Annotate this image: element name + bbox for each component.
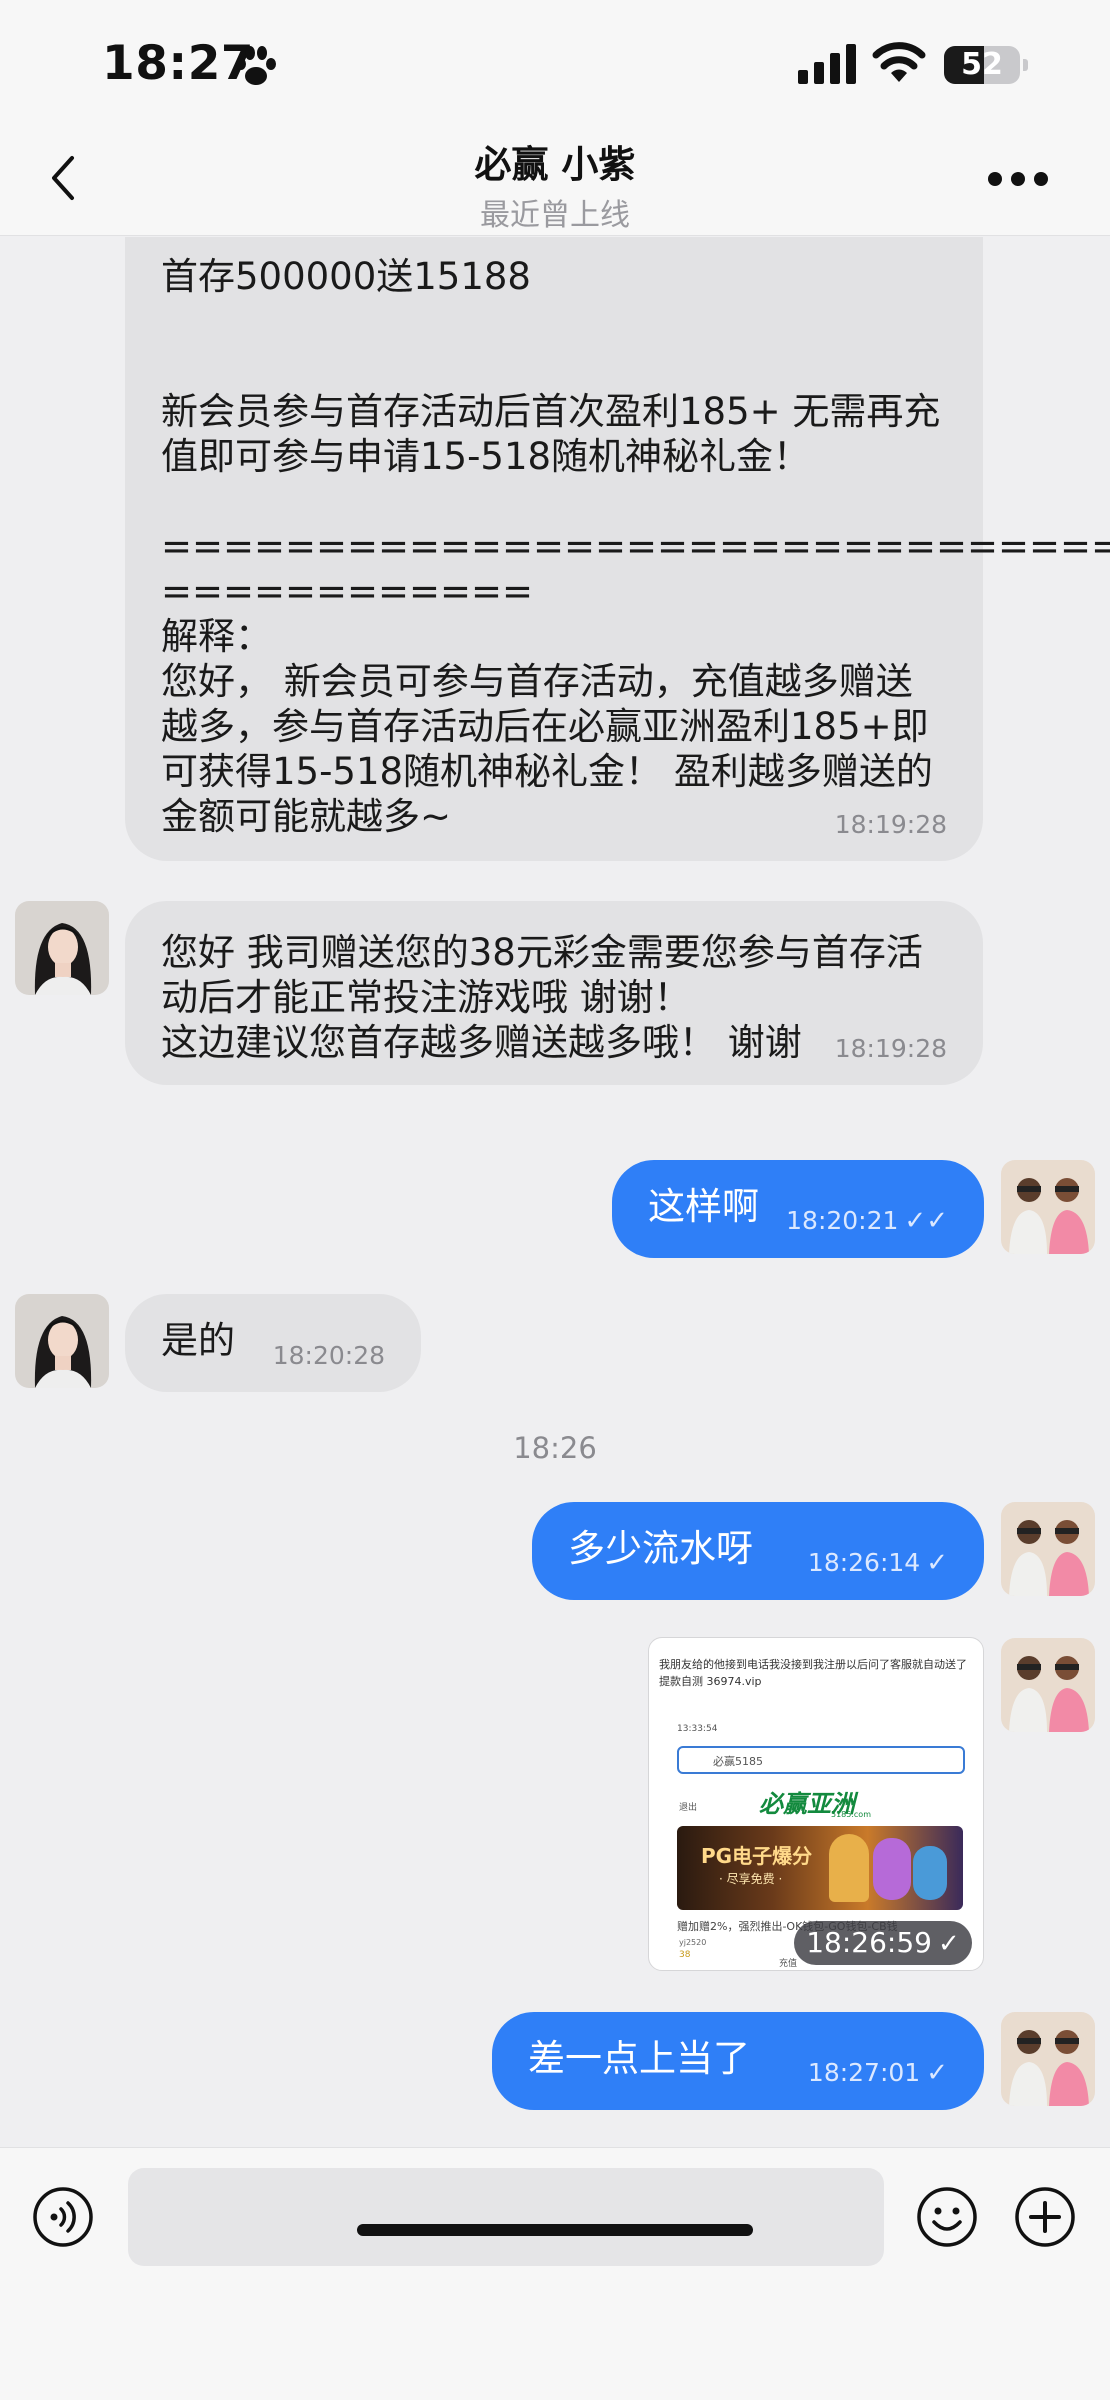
screenshot-charge: 充值 — [779, 1959, 798, 1969]
sent-check-icon: ✓ — [926, 2058, 948, 2088]
message-input[interactable] — [128, 2168, 884, 2266]
avatar-me[interactable] — [1001, 1502, 1095, 1596]
message-time-text: 18:26:59 — [806, 1926, 932, 1959]
battery-level: 52 — [961, 47, 1003, 82]
message-text: 您好 我司赠送您的38元彩金需要您参与首存活动后才能正常投注游戏哦 谢谢！ 这边… — [161, 931, 923, 1064]
online-status: 最近曾上线 — [480, 198, 630, 233]
battery-indicator: 52 — [944, 46, 1028, 84]
image-timestamp-badge: 18:26:59 ✓ — [794, 1921, 972, 1965]
screenshot-banner-title: PG电子爆分 — [701, 1844, 813, 1868]
avatar-agent[interactable] — [15, 1294, 109, 1388]
message-bubble-outgoing[interactable]: 多少流水呀 18:26:14 ✓ — [532, 1502, 984, 1600]
emoji-icon[interactable] — [916, 2186, 978, 2248]
read-receipt-icon: ✓✓ — [904, 1206, 948, 1236]
screenshot-banner-sub: · 尽享免费 · — [719, 1872, 783, 1886]
message-time-text: 18:20:21 — [786, 1206, 899, 1235]
message-time: 18:19:28 — [834, 1034, 947, 1063]
message-list[interactable]: 首存500000送15188 新会员参与首存活动后首次盈利185+ 无需再充值即… — [0, 237, 1110, 2147]
message-bubble-incoming[interactable]: 首存500000送15188 新会员参与首存活动后首次盈利185+ 无需再充值即… — [125, 237, 1110, 861]
avatar-me[interactable] — [1001, 1160, 1095, 1254]
screenshot-user: yj2520 — [679, 1938, 707, 1947]
message-time-text: 18:27:01 — [807, 2058, 921, 2087]
chat-header: 必赢 小紫 最近曾上线 — [0, 120, 1110, 236]
home-indicator[interactable] — [357, 2224, 753, 2236]
voice-input-icon[interactable] — [32, 2186, 94, 2248]
screenshot-search-box: 必赢5185 — [677, 1746, 965, 1774]
add-attachment-icon[interactable] — [1014, 2186, 1076, 2248]
message-time: 18:27:01 ✓ — [808, 2050, 948, 2096]
message-bubble-incoming[interactable]: 是的 18:20:28 — [125, 1294, 421, 1392]
message-time: 18:19:28 — [834, 810, 947, 839]
wifi-icon — [872, 42, 926, 82]
message-bubble-incoming[interactable]: 您好 我司赠送您的38元彩金需要您参与首存活动后才能正常投注游戏哦 谢谢！ 这边… — [125, 901, 983, 1085]
avatar-me[interactable] — [1001, 1638, 1095, 1732]
message-time: 18:20:28 — [272, 1341, 385, 1370]
cellular-signal-icon — [798, 44, 856, 84]
message-time-text: 18:26:14 — [807, 1548, 921, 1577]
message-time: 18:20:21 ✓✓ — [786, 1198, 948, 1244]
message-time: 18:26:14 ✓ — [808, 1540, 948, 1586]
message-bubble-outgoing[interactable]: 差一点上当了 18:27:01 ✓ — [492, 2012, 984, 2110]
screenshot-exit: 退出 — [679, 1803, 698, 1813]
screenshot-caption: 我朋友给的他接到电话我没接到我注册以后问了客服就自动送了 提款自测 36974.… — [659, 1658, 967, 1688]
sent-check-icon: ✓ — [937, 1929, 960, 1959]
screenshot-balance: 38 — [679, 1950, 691, 1960]
paw-icon — [236, 46, 276, 85]
screenshot-status-time: 13:33:54 — [677, 1724, 718, 1734]
sent-check-icon: ✓ — [926, 1548, 948, 1578]
screenshot-banner: PG电子爆分 · 尽享免费 · — [677, 1826, 963, 1910]
time-separator: 18:26 — [513, 1431, 597, 1465]
avatar-me[interactable] — [1001, 2012, 1095, 2106]
composer-bar — [0, 2147, 1110, 2400]
more-options-icon[interactable] — [986, 170, 1050, 188]
message-text: 首存500000送15188 新会员参与首存活动后首次盈利185+ 无需再充值即… — [161, 255, 1110, 838]
status-bar: 18:27 52 — [0, 0, 1110, 120]
chat-title[interactable]: 必赢 小紫 — [0, 134, 1110, 188]
avatar-agent[interactable] — [15, 901, 109, 995]
screenshot-search-text: 必赢5185 — [713, 1755, 763, 1768]
message-bubble-outgoing[interactable]: 这样啊 18:20:21 ✓✓ — [612, 1160, 984, 1258]
screenshot-brand-sub: 5185.com — [831, 1810, 871, 1819]
